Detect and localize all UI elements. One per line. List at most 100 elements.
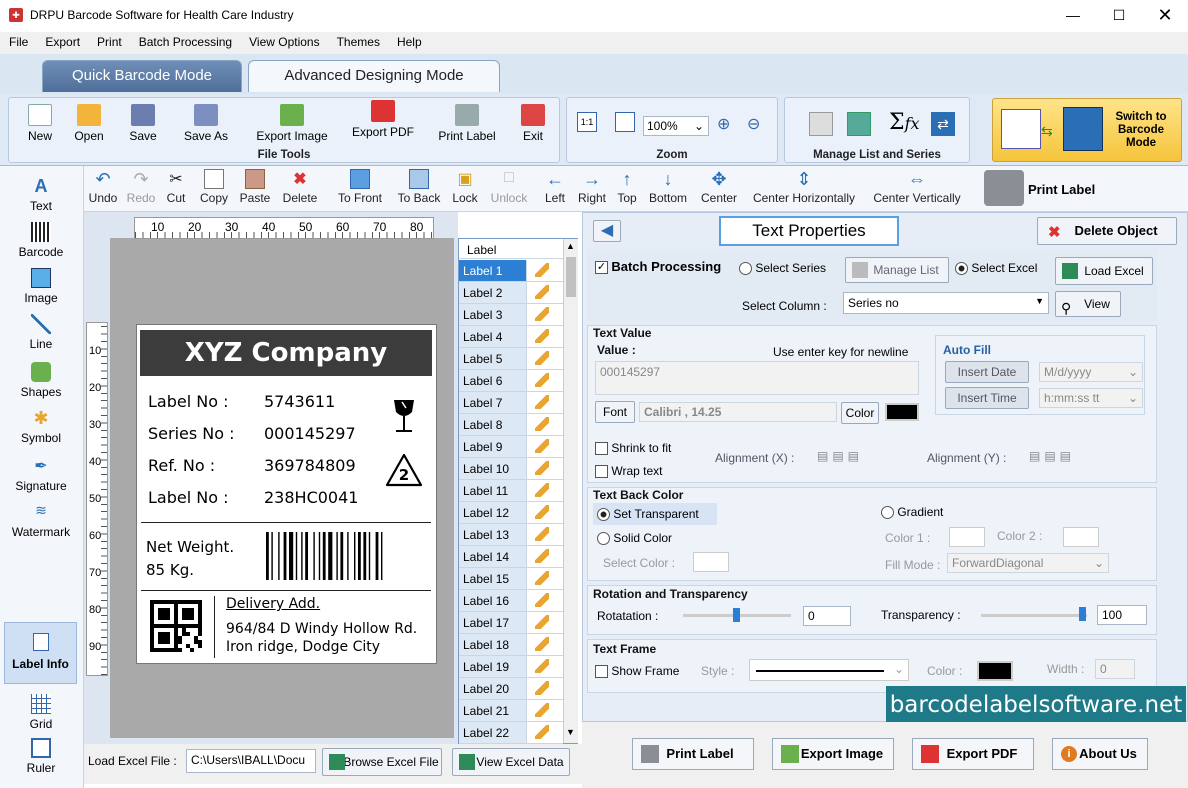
- sidebar-symbol[interactable]: ✱ Symbol: [4, 408, 78, 445]
- undo-button[interactable]: ↶ Undo: [88, 169, 118, 205]
- pencil-icon[interactable]: [535, 637, 549, 651]
- export-pdf-action-button[interactable]: Export PDF: [912, 738, 1034, 770]
- label-list-item[interactable]: Label 21: [459, 700, 563, 722]
- label-list-item[interactable]: Label 15: [459, 568, 563, 590]
- label-list-item[interactable]: Label 20: [459, 678, 563, 700]
- scroll-thumb[interactable]: [566, 257, 576, 297]
- pencil-icon[interactable]: [535, 351, 549, 365]
- recycle-icon[interactable]: 2: [384, 452, 424, 490]
- alignment-x-buttons[interactable]: ▤▤▤: [817, 449, 875, 465]
- alignment-y-buttons[interactable]: ▤▤▤: [1029, 449, 1087, 465]
- to-back-button[interactable]: To Back: [394, 169, 444, 205]
- color-button[interactable]: Color: [841, 402, 879, 424]
- sidebar-grid[interactable]: Grid: [4, 694, 78, 731]
- shrink-to-fit-checkbox[interactable]: Shrink to fit: [595, 441, 671, 456]
- unlock-button[interactable]: □ Unlock: [488, 169, 530, 205]
- select-color-swatch[interactable]: [693, 552, 729, 572]
- fill-mode-select[interactable]: ForwardDiagonal ⌄: [947, 553, 1109, 573]
- fit-icon[interactable]: [615, 112, 635, 132]
- center-horizontally-button[interactable]: ⇕ Center Horizontally: [748, 169, 860, 205]
- field-key[interactable]: Series No :: [148, 424, 235, 443]
- tab-advanced-designing-mode[interactable]: Advanced Designing Mode: [248, 60, 500, 92]
- time-format-select[interactable]: h:mm:ss tt ⌄: [1039, 388, 1143, 408]
- maximize-icon[interactable]: ☐: [1096, 0, 1142, 32]
- menu-file[interactable]: File: [0, 32, 36, 49]
- address-line-1[interactable]: 964/84 D Windy Hollow Rd.: [226, 621, 417, 637]
- pencil-icon[interactable]: [535, 461, 549, 475]
- scroll-down-icon[interactable]: ▼: [566, 727, 575, 737]
- color2-swatch[interactable]: [1063, 527, 1099, 547]
- tab-quick-barcode-mode[interactable]: Quick Barcode Mode: [42, 60, 242, 92]
- align-right-button[interactable]: → Right: [576, 169, 608, 205]
- label-list-scrollbar[interactable]: ▲ ▼: [563, 239, 578, 743]
- swap-icon[interactable]: ⇄: [931, 112, 955, 136]
- close-icon[interactable]: ✕: [1142, 0, 1188, 32]
- label-list-item[interactable]: Label 9: [459, 436, 563, 458]
- field-value[interactable]: 5743611: [264, 392, 335, 411]
- net-weight-label[interactable]: Net Weight.: [146, 538, 234, 556]
- field-key[interactable]: Label No :: [148, 488, 228, 507]
- menu-view-options[interactable]: View Options: [240, 32, 327, 49]
- paste-button[interactable]: Paste: [238, 169, 272, 205]
- menu-themes[interactable]: Themes: [328, 32, 388, 49]
- label-list-item[interactable]: Label 3: [459, 304, 563, 326]
- pencil-icon[interactable]: [535, 549, 549, 563]
- menu-batch-processing[interactable]: Batch Processing: [130, 32, 240, 49]
- date-format-select[interactable]: M/d/yyyy ⌄: [1039, 362, 1143, 382]
- cut-button[interactable]: ✂ Cut: [164, 169, 188, 205]
- pencil-icon[interactable]: [535, 681, 549, 695]
- sidebar-signature[interactable]: ✒ Signature: [4, 456, 78, 493]
- excel-series-icon[interactable]: [847, 112, 871, 136]
- pencil-icon[interactable]: [535, 615, 549, 629]
- gradient-radio[interactable]: Gradient: [881, 505, 943, 520]
- print-label-ribbon-button[interactable]: Print Label: [433, 104, 501, 143]
- sidebar-line[interactable]: Line: [4, 314, 78, 351]
- delete-button[interactable]: ✖ Delete: [280, 169, 320, 205]
- pencil-icon[interactable]: [535, 527, 549, 541]
- label-list-item[interactable]: Label 18: [459, 634, 563, 656]
- transparency-input[interactable]: 100: [1097, 605, 1147, 625]
- batch-processing-checkbox[interactable]: ✓ Batch Processing: [595, 259, 721, 275]
- sigma-fx-icon[interactable]: Σfx: [889, 110, 920, 135]
- about-us-button[interactable]: i About Us: [1052, 738, 1148, 770]
- manage-list-button[interactable]: Manage List: [845, 257, 949, 283]
- select-excel-radio[interactable]: Select Excel: [955, 261, 1037, 276]
- qr-code[interactable]: [150, 600, 202, 652]
- delete-object-button[interactable]: ✖ Delete Object: [1037, 217, 1177, 245]
- to-front-button[interactable]: To Front: [334, 169, 386, 205]
- net-weight-value[interactable]: 85 Kg.: [146, 561, 194, 579]
- zoom-out-icon[interactable]: ⊖: [747, 114, 760, 134]
- label-list-item[interactable]: Label 19: [459, 656, 563, 678]
- lock-button[interactable]: ▣ Lock: [450, 169, 480, 205]
- text-color-swatch[interactable]: [885, 403, 919, 421]
- sidebar-barcode[interactable]: Barcode: [4, 222, 78, 259]
- fragile-glass-icon[interactable]: [388, 398, 420, 436]
- frame-width-input[interactable]: 0: [1095, 659, 1135, 679]
- field-key[interactable]: Ref. No :: [148, 456, 215, 475]
- label-list-item[interactable]: Label 8: [459, 414, 563, 436]
- scroll-up-icon[interactable]: ▲: [566, 241, 575, 251]
- redo-button[interactable]: ↷ Redo: [126, 169, 156, 205]
- select-series-radio[interactable]: Select Series: [739, 261, 826, 276]
- transparency-slider-thumb[interactable]: [1079, 607, 1086, 621]
- wrap-text-checkbox[interactable]: Wrap text: [595, 464, 662, 479]
- menu-export[interactable]: Export: [36, 32, 88, 49]
- pencil-icon[interactable]: [535, 483, 549, 497]
- center-vertically-button[interactable]: ⇔ Center Vertically: [868, 169, 966, 205]
- center-button[interactable]: ✥ Center: [698, 169, 740, 205]
- exit-button[interactable]: Exit: [517, 104, 549, 143]
- field-value[interactable]: 000145297: [264, 424, 356, 443]
- frame-style-select[interactable]: ⌄: [749, 659, 909, 681]
- view-excel-data-button[interactable]: View Excel Data: [452, 748, 570, 776]
- frame-color-swatch[interactable]: [977, 661, 1013, 681]
- align-left-button[interactable]: ← Left: [542, 169, 568, 205]
- sidebar-text[interactable]: A Text: [4, 176, 78, 213]
- pencil-icon[interactable]: [535, 395, 549, 409]
- pencil-icon[interactable]: [535, 659, 549, 673]
- align-top-button[interactable]: ↑ Top: [614, 169, 640, 205]
- save-button[interactable]: Save: [125, 104, 161, 143]
- print-label-button[interactable]: Print Label: [632, 738, 754, 770]
- save-as-button[interactable]: Save As: [179, 104, 233, 143]
- actual-size-icon[interactable]: 1:1: [577, 112, 597, 132]
- barcode[interactable]: [264, 532, 424, 580]
